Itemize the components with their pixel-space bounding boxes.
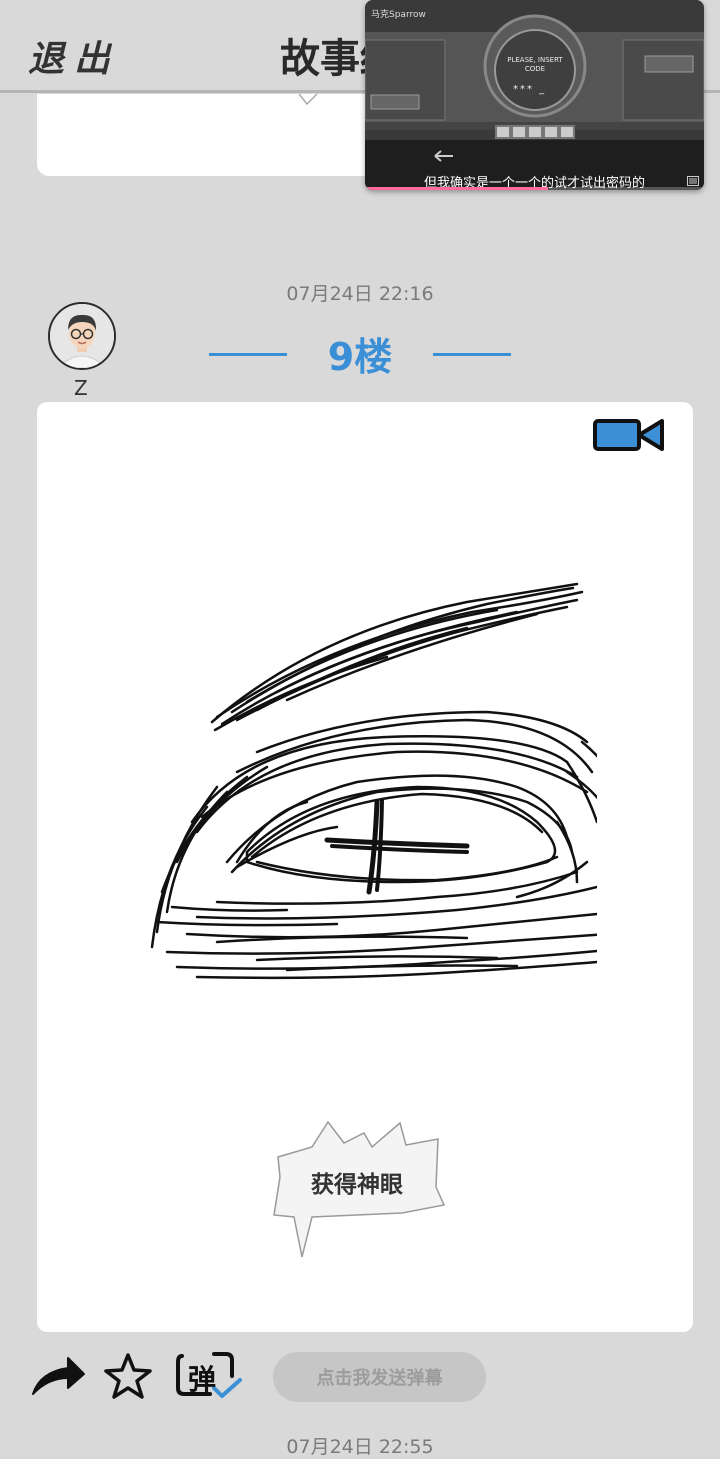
star-icon[interactable]: [104, 1352, 152, 1400]
danmaku-toggle[interactable]: 弹: [174, 1350, 244, 1402]
video-screen-code: *** _: [513, 84, 547, 95]
exit-button[interactable]: 退出: [28, 30, 120, 82]
danmaku-char: 弹: [188, 1363, 217, 1396]
video-overlay[interactable]: 马克Sparrow PLEASE, INSERT CODE *** _ 但我确实…: [365, 0, 704, 190]
fullscreen-icon[interactable]: [687, 176, 699, 186]
floor-number: 9楼: [327, 335, 393, 379]
next-post-date: 07月24日 22:55: [286, 1436, 434, 1458]
author-name: Z: [74, 376, 88, 400]
share-arrow-icon[interactable]: [30, 1354, 86, 1398]
post-date: 07月24日 22:16: [286, 283, 434, 305]
avatar[interactable]: [48, 302, 116, 370]
floor-divider-left: [209, 353, 287, 356]
danmaku-send-input[interactable]: 点击我发送弹幕: [273, 1352, 486, 1402]
speech-bubble: 获得神眼: [272, 1117, 448, 1262]
speech-bubble-text: 获得神眼: [311, 1172, 403, 1198]
video-progress-fill: [365, 187, 549, 190]
video-camera-icon[interactable]: [592, 415, 666, 455]
video-frame: [365, 0, 704, 190]
post-card: 获得神眼: [37, 402, 693, 1332]
video-channel-name: 马克Sparrow: [371, 10, 426, 20]
eye-sketch: [150, 582, 597, 980]
bubble-tail-icon: [298, 94, 318, 106]
floor-divider-right: [433, 353, 511, 356]
video-screen-prompt: PLEASE, INSERT CODE: [507, 56, 563, 73]
avatar-illustration: [50, 304, 114, 368]
